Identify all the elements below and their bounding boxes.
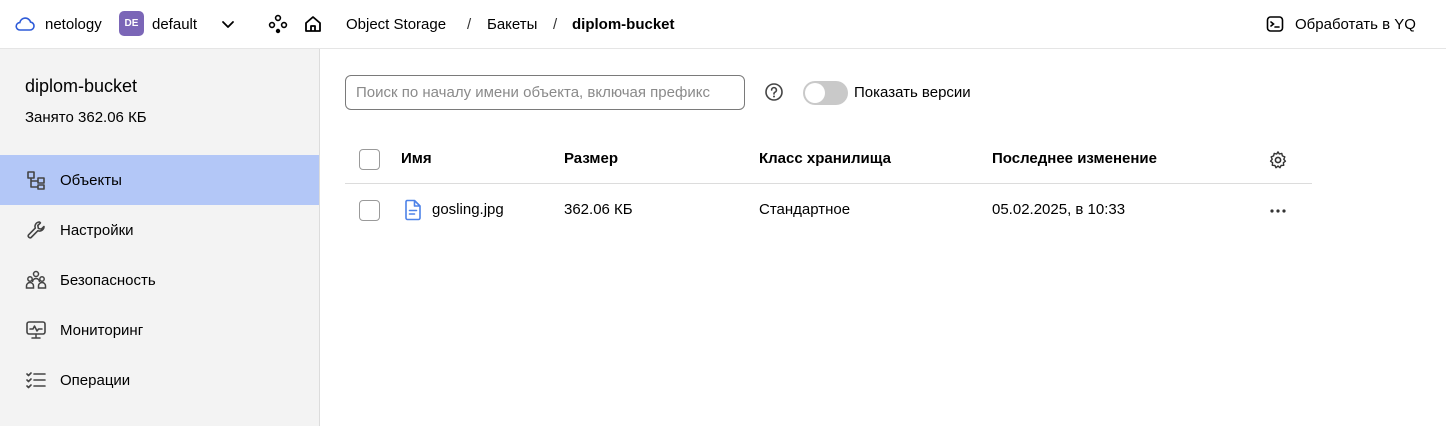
wrench-icon <box>24 218 48 242</box>
gear-icon[interactable] <box>1268 150 1288 174</box>
home-icon[interactable] <box>303 0 323 48</box>
help-icon[interactable] <box>764 82 784 106</box>
column-header-storage-class[interactable]: Класс хранилища <box>759 150 891 167</box>
cloud-name[interactable]: netology <box>45 0 102 48</box>
show-versions-toggle[interactable] <box>803 81 848 105</box>
cloud-icon[interactable] <box>14 0 36 48</box>
breadcrumb-object-storage[interactable]: Object Storage <box>346 0 446 48</box>
file-last-modified: 05.02.2025, в 10:33 <box>992 201 1126 218</box>
sidebar-item-operations[interactable]: Операции <box>0 355 319 405</box>
file-size: 362.06 КБ <box>564 201 633 218</box>
objects-icon <box>24 168 48 192</box>
select-all-checkbox[interactable] <box>359 149 380 170</box>
column-header-last-modified[interactable]: Последнее изменение <box>992 150 1157 167</box>
services-icon[interactable] <box>268 0 288 48</box>
column-header-size[interactable]: Размер <box>564 150 618 167</box>
bucket-usage: Занято 362.06 КБ <box>25 109 147 126</box>
sidebar-item-label: Мониторинг <box>60 321 144 339</box>
sidebar-item-settings[interactable]: Настройки <box>0 205 319 255</box>
process-in-yq-button[interactable]: Обработать в YQ <box>1266 0 1416 48</box>
row-checkbox[interactable] <box>359 200 380 221</box>
show-versions-label: Показать версии <box>854 84 971 101</box>
sidebar-item-objects[interactable]: Объекты <box>0 155 319 205</box>
folder-name[interactable]: default <box>152 0 197 48</box>
file-name-link[interactable]: gosling.jpg <box>432 201 504 218</box>
top-bar: netology DE default Object Storage / Бак… <box>0 0 1446 49</box>
bucket-name: diplom-bucket <box>25 76 138 96</box>
file-storage-class: Стандартное <box>759 201 851 218</box>
sidebar-item-label: Объекты <box>60 171 122 189</box>
chevron-down-icon[interactable] <box>219 0 237 48</box>
sidebar-item-label: Операции <box>60 371 131 389</box>
breadcrumb-current-bucket: diplom-bucket <box>572 15 675 33</box>
column-header-name[interactable]: Имя <box>401 150 432 167</box>
sidebar: diplom-bucket Занято 362.06 КБ Объекты Н… <box>0 49 320 426</box>
search-input[interactable] <box>345 75 745 110</box>
toggle-knob <box>805 83 825 103</box>
process-in-yq-label: Обработать в YQ <box>1295 15 1416 33</box>
sidebar-item-label: Безопасность <box>60 271 156 289</box>
sidebar-item-security[interactable]: Безопасность <box>0 255 319 305</box>
sidebar-item-monitoring[interactable]: Мониторинг <box>0 305 319 355</box>
more-actions-icon[interactable] <box>1268 203 1288 223</box>
monitor-icon <box>24 318 48 342</box>
sidebar-item-label: Настройки <box>60 221 134 239</box>
breadcrumb-buckets[interactable]: Бакеты <box>487 0 537 48</box>
breadcrumb-separator: / <box>553 15 558 33</box>
breadcrumb-separator: / <box>467 15 472 33</box>
folder-badge: DE <box>119 11 144 36</box>
file-icon <box>403 199 423 225</box>
list-check-icon <box>24 368 48 392</box>
table-header-divider <box>345 183 1312 184</box>
terminal-icon <box>1266 16 1284 32</box>
users-icon <box>24 268 48 292</box>
